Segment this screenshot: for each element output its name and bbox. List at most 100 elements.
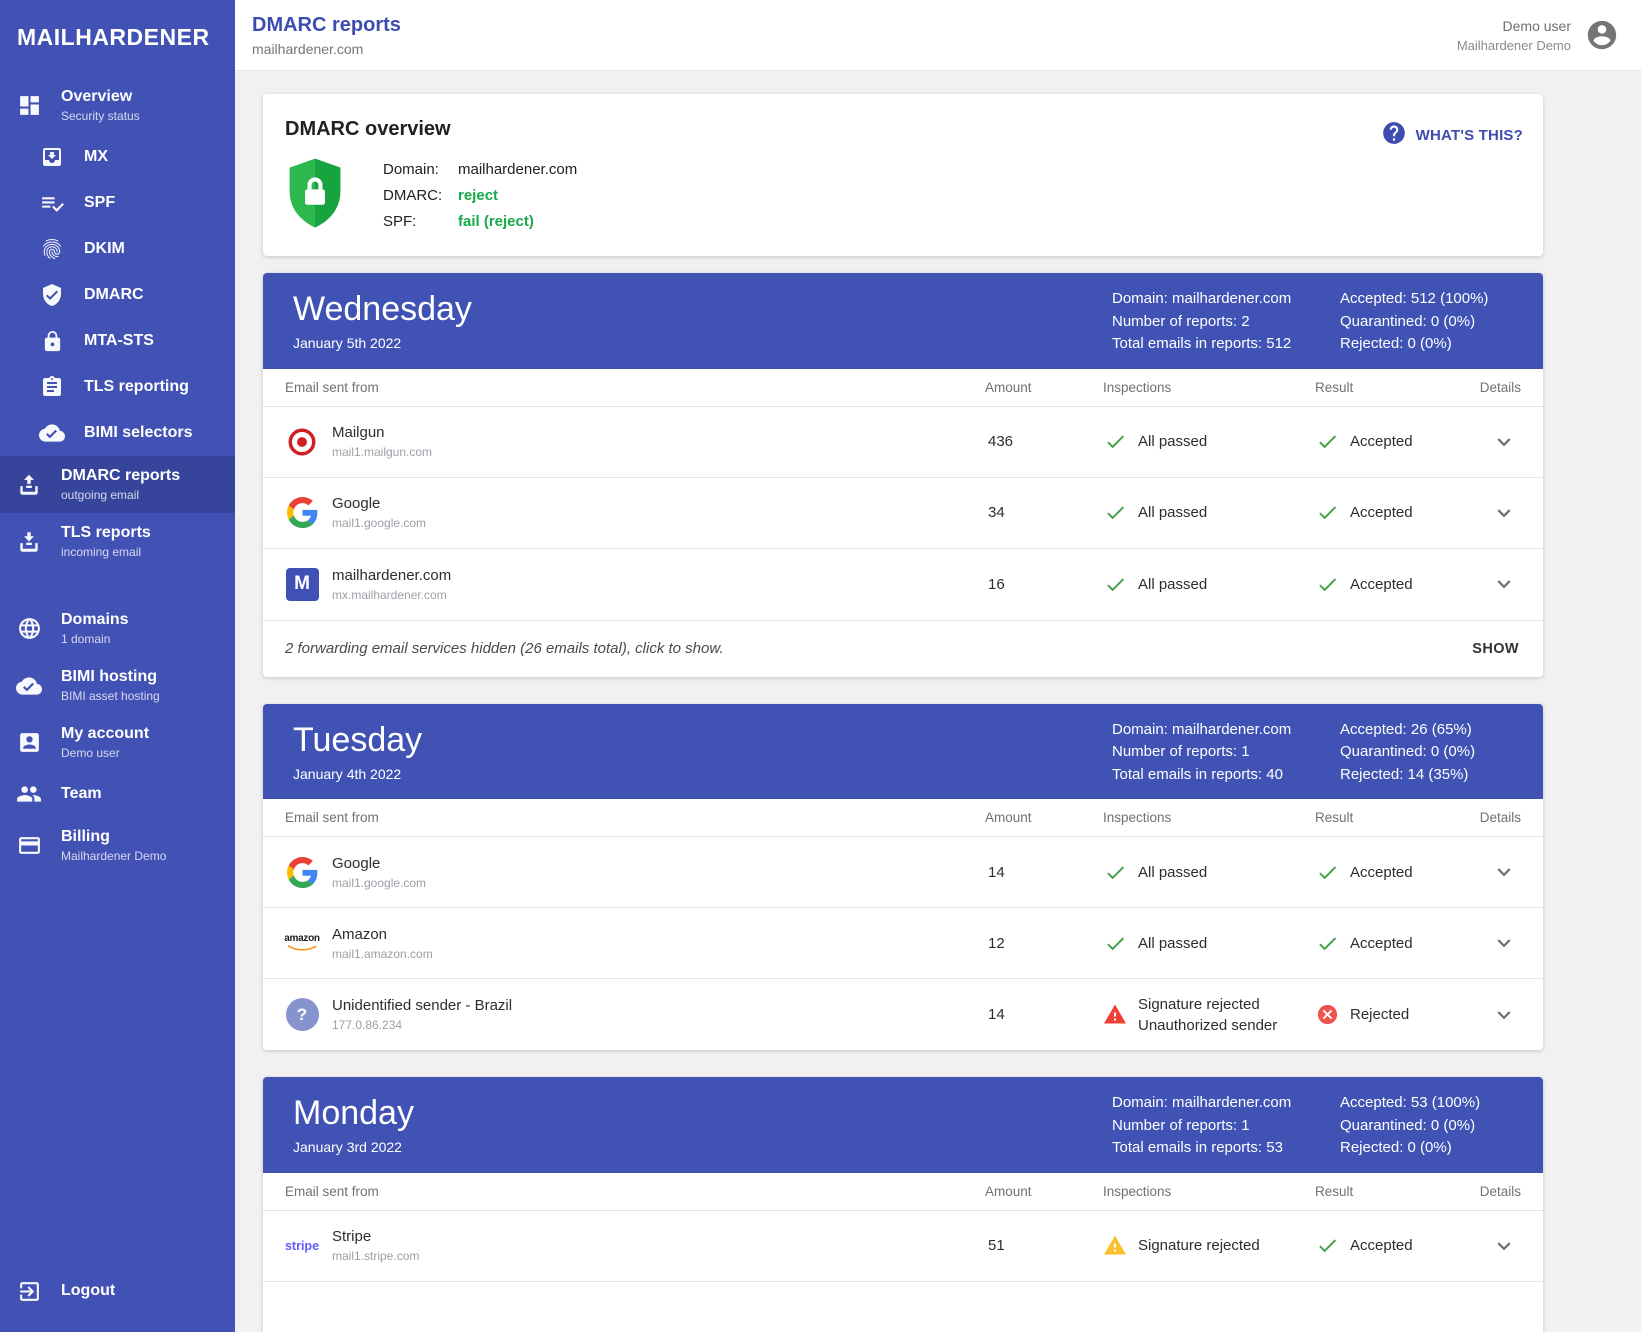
table-row-google[interactable]: Googlemail1.google.com34All passedAccept… — [263, 478, 1543, 549]
sidebar-item-text: BillingMailhardener Demo — [61, 827, 166, 864]
inspection-line: All passed — [1138, 502, 1207, 523]
sidebar-item-dmarc-reports[interactable]: DMARC reportsoutgoing email — [0, 456, 235, 513]
check-icon — [1103, 572, 1127, 596]
day-stat-line: Quarantined: 0 (0%) — [1340, 741, 1495, 764]
inspections-cell: All passed — [1103, 501, 1315, 525]
sidebar-item-subtitle: Demo user — [61, 746, 149, 761]
day-titles: MondayJanuary 3rd 2022 — [293, 1092, 1112, 1160]
chevron-down-icon[interactable] — [1491, 1002, 1517, 1028]
day-stat-line: Total emails in reports: 512 — [1112, 333, 1340, 356]
content: DMARC overview WHAT'S THIS? Domain:mailh… — [263, 94, 1543, 1332]
chevron-down-icon[interactable] — [1491, 930, 1517, 956]
shield-lock-icon — [286, 155, 344, 231]
sidebar-item-bimi-hosting[interactable]: BIMI hostingBIMI asset hosting — [0, 657, 235, 714]
chevron-down-icon[interactable] — [1491, 1233, 1517, 1259]
sidebar-item-dmarc[interactable]: DMARC — [0, 272, 235, 318]
overview-field-spf: SPF:fail (reject) — [383, 209, 577, 235]
chevron-down-icon[interactable] — [1491, 500, 1517, 526]
column-header-amount: Amount — [985, 380, 1103, 395]
day-stat-line: Rejected: 0 (0%) — [1340, 333, 1495, 356]
account-circle-icon[interactable] — [1585, 18, 1619, 52]
inspection-text: Signature rejected — [1138, 1235, 1260, 1256]
chevron-down-icon[interactable] — [1491, 859, 1517, 885]
top-header: DMARC reports mailhardener.com Demo user… — [235, 0, 1641, 71]
page-subtitle: mailhardener.com — [252, 41, 401, 57]
sidebar-item-tls-reporting[interactable]: TLS reporting — [0, 364, 235, 410]
sidebar-nav: OverviewSecurity statusMXSPF DKIM DMARC MTA… — [0, 77, 235, 874]
table-row-mailgun[interactable]: Mailgunmail1.mailgun.com436All passedAcc… — [263, 407, 1543, 478]
details-cell — [1478, 500, 1521, 526]
whats-this-label: WHAT'S THIS? — [1416, 127, 1523, 144]
details-cell — [1478, 571, 1521, 597]
sidebar-item-team[interactable]: Team — [0, 771, 235, 817]
unknown-icon: ? — [285, 998, 319, 1032]
sidebar-item-domains[interactable]: Domains1 domain — [0, 600, 235, 657]
details-cell — [1478, 1233, 1521, 1259]
show-button[interactable]: SHOW — [1470, 635, 1521, 663]
day-stats-left: Domain: mailhardener.comNumber of report… — [1112, 1092, 1340, 1160]
sidebar-item-overview[interactable]: OverviewSecurity status — [0, 77, 235, 134]
sidebar-item-tls-reports[interactable]: TLS reportsincoming email — [0, 513, 235, 570]
day-title: Monday — [293, 1092, 1112, 1134]
table-row-amazon[interactable]: amazonAmazonmail1.amazon.com12All passed… — [263, 908, 1543, 979]
check-icon — [1103, 501, 1127, 525]
column-header-details: Details — [1478, 810, 1521, 825]
sidebar-item-logout[interactable]: Logout — [0, 1260, 235, 1332]
table-row-unidentified-sender-brazil[interactable]: ?Unidentified sender - Brazil177.0.86.23… — [263, 979, 1543, 1050]
result-cell: Accepted — [1315, 501, 1478, 525]
hidden-services-row[interactable]: 2 forwarding email services hidden (26 e… — [263, 620, 1543, 677]
column-header-inspections: Inspections — [1103, 380, 1315, 395]
sidebar-item-my-account[interactable]: My accountDemo user — [0, 714, 235, 771]
sidebar-item-label: DKIM — [84, 239, 125, 259]
inspections-cell: All passed — [1103, 430, 1315, 454]
chevron-down-icon[interactable] — [1491, 429, 1517, 455]
sidebar-item-billing[interactable]: BillingMailhardener Demo — [0, 817, 235, 874]
inspection-line: All passed — [1138, 574, 1207, 595]
sender-cell: Googlemail1.google.com — [285, 495, 985, 530]
lock-icon — [39, 328, 65, 354]
overview-field-domain: Domain:mailhardener.com — [383, 157, 577, 183]
sidebar-item-subtitle: 1 domain — [61, 632, 129, 647]
inspection-text: Signature rejectedUnauthorized sender — [1138, 994, 1277, 1036]
sidebar-item-dkim[interactable]: DKIM — [0, 226, 235, 272]
table-row-mailhardener-com[interactable]: Mmailhardener.commx.mailhardener.com16Al… — [263, 549, 1543, 620]
amount-value: 14 — [985, 864, 1103, 881]
sidebar-item-bimi-selectors[interactable]: BIMI selectors — [0, 410, 235, 456]
whats-this-link[interactable]: WHAT'S THIS? — [1381, 120, 1523, 150]
credit-card-icon — [16, 833, 42, 859]
overview-field-value: mailhardener.com — [458, 157, 577, 183]
sender-cell: amazonAmazonmail1.amazon.com — [285, 926, 985, 961]
sidebar-item-label: DMARC reports — [61, 466, 180, 486]
check-icon — [1103, 860, 1127, 884]
main-area: DMARC reports mailhardener.com Demo user… — [235, 0, 1641, 1332]
sender-text: Googlemail1.google.com — [332, 855, 426, 890]
day-stat-line: Domain: mailhardener.com — [1112, 288, 1340, 311]
column-header-result: Result — [1315, 810, 1478, 825]
sidebar-item-spf[interactable]: SPF — [0, 180, 235, 226]
amazon-icon: amazon — [285, 926, 319, 960]
sidebar-item-subtitle: incoming email — [61, 545, 151, 560]
column-header-inspections: Inspections — [1103, 810, 1315, 825]
table-row-google[interactable]: Googlemail1.google.com14All passedAccept… — [263, 837, 1543, 908]
tray-up-icon — [16, 472, 42, 498]
sidebar-item-text: MTA-STS — [84, 331, 154, 351]
day-stats-right: Accepted: 26 (65%)Quarantined: 0 (0%)Rej… — [1340, 719, 1495, 787]
sidebar-item-mx[interactable]: MX — [0, 134, 235, 180]
google-icon — [285, 855, 319, 889]
sidebar-item-subtitle: BIMI asset hosting — [61, 689, 160, 704]
check-icon — [1103, 430, 1127, 454]
day-title: Wednesday — [293, 288, 1112, 330]
day-card-wednesday: WednesdayJanuary 5th 2022Domain: mailhar… — [263, 273, 1543, 677]
amount-value: 16 — [985, 576, 1103, 593]
sender-text: Stripemail1.stripe.com — [332, 1228, 419, 1263]
day-stat-line: Number of reports: 2 — [1112, 311, 1340, 334]
mailhardener-icon-badge: M — [286, 568, 319, 601]
table-rows: Googlemail1.google.com14All passedAccept… — [263, 837, 1543, 1050]
table-row-stripe[interactable]: stripeStripemail1.stripe.com51Signature … — [263, 1211, 1543, 1282]
inspections-cell: Signature rejected — [1103, 1234, 1315, 1258]
sender-name: Amazon — [332, 926, 433, 943]
chevron-down-icon[interactable] — [1491, 571, 1517, 597]
sidebar-item-mta-sts[interactable]: MTA-STS — [0, 318, 235, 364]
day-title: Tuesday — [293, 719, 1112, 761]
details-cell — [1478, 859, 1521, 885]
